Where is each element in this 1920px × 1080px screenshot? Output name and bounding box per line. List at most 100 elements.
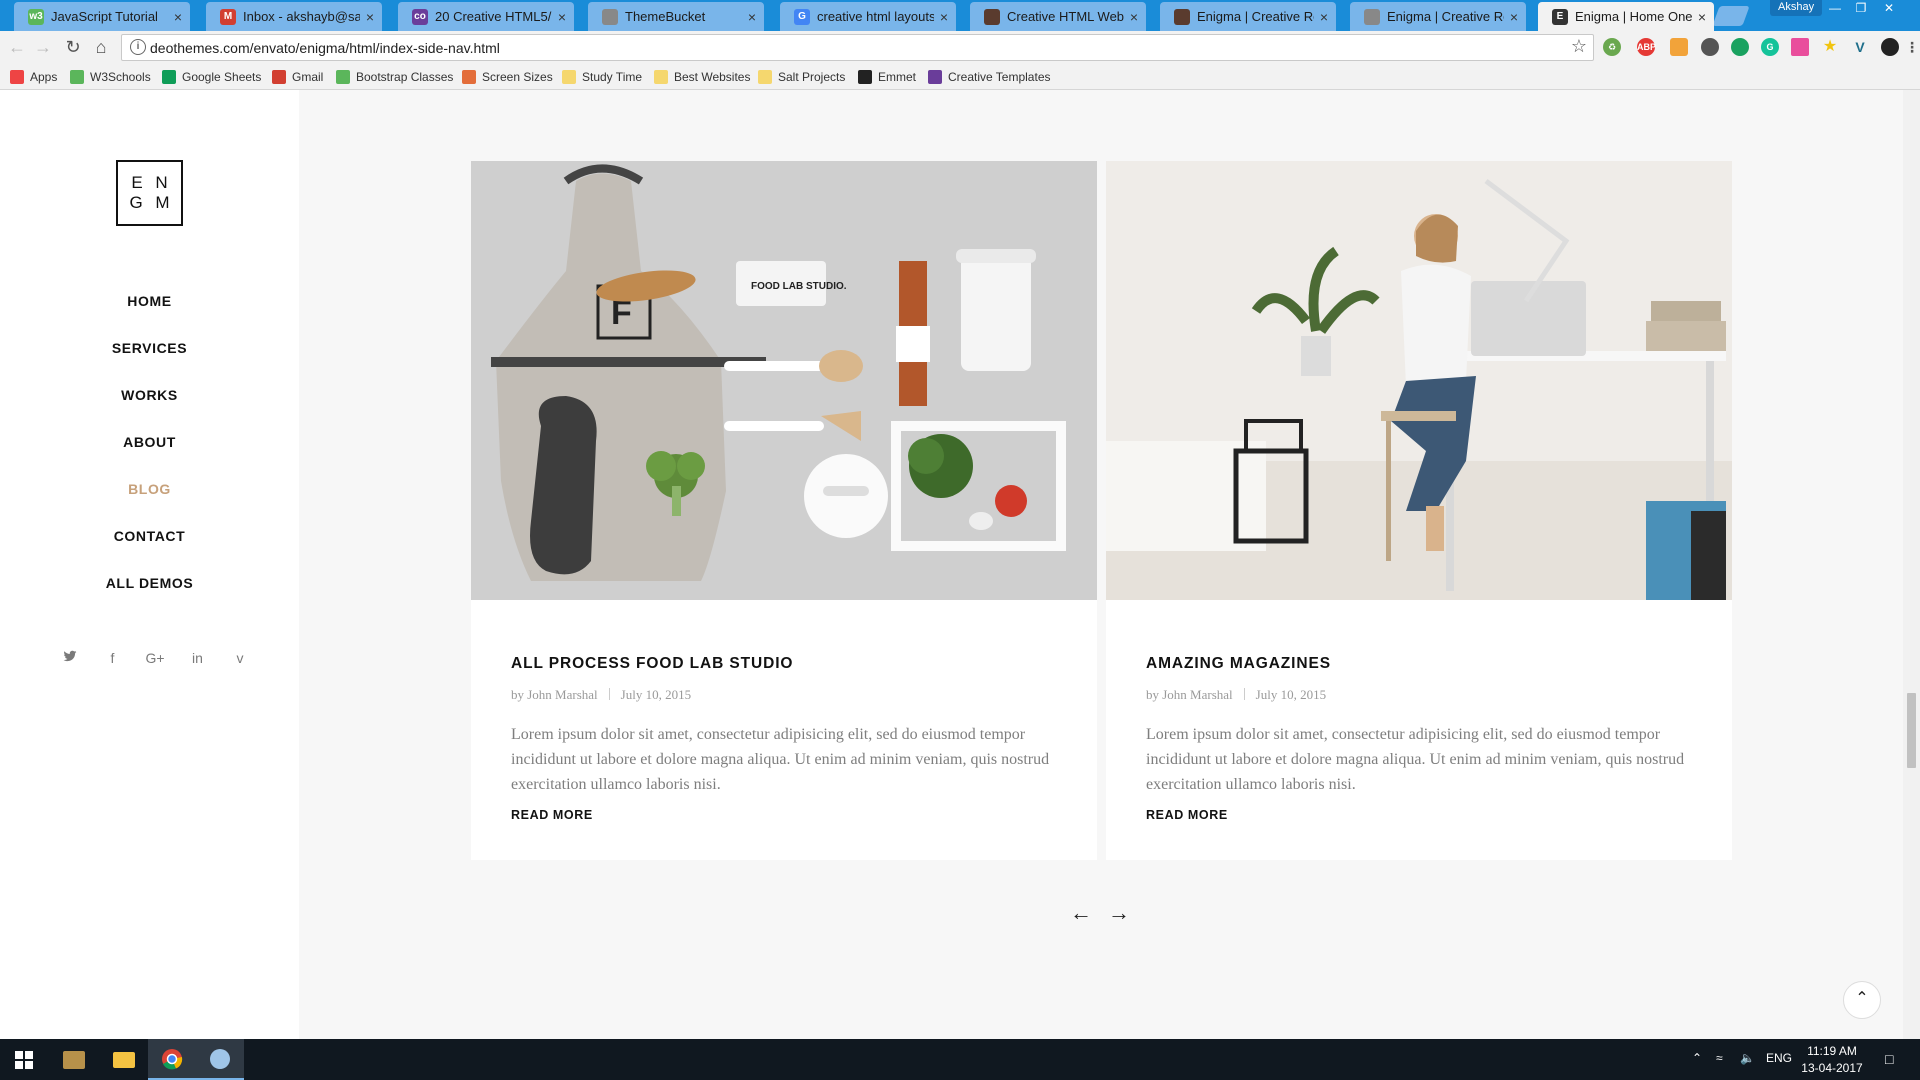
facebook-icon[interactable]: f: [103, 648, 123, 668]
new-tab-button[interactable]: [1712, 6, 1750, 26]
food-lab-studio-image[interactable]: F FOOD LAB STUDIO.: [471, 161, 1097, 600]
menu-icon[interactable]: ⋮: [1903, 38, 1920, 56]
bookmark-item[interactable]: Gmail: [272, 68, 323, 86]
bookmark-item[interactable]: Study Time: [562, 68, 642, 86]
blog-content: F FOOD LAB STUDIO. ALL PROCESS FOOD LAB …: [299, 90, 1903, 1039]
wifi-icon[interactable]: ≈: [1716, 1051, 1723, 1065]
tab-close-icon[interactable]: ×: [1320, 9, 1328, 25]
bookmark-item[interactable]: Apps: [10, 68, 57, 86]
tab-close-icon[interactable]: ×: [940, 9, 948, 25]
forward-icon[interactable]: →: [30, 36, 56, 60]
bookmark-item[interactable]: Salt Projects: [758, 68, 845, 86]
arrow-right-icon[interactable]: →: [1108, 900, 1130, 925]
star-extension-icon[interactable]: ★: [1821, 38, 1839, 56]
reload-icon[interactable]: ↻: [60, 36, 86, 60]
tab-close-icon[interactable]: ×: [366, 9, 374, 25]
tab-close-icon[interactable]: ×: [174, 9, 182, 25]
restore-icon[interactable]: ❐: [1848, 0, 1874, 18]
browser-tab[interactable]: Enigma | Creative Respo ×: [1350, 2, 1526, 31]
twitter-icon[interactable]: [60, 648, 80, 668]
adblock-icon[interactable]: ABP: [1637, 38, 1656, 56]
arrow-left-icon[interactable]: ←: [1070, 900, 1092, 925]
vimeo-icon[interactable]: v: [230, 648, 250, 668]
google-plus-icon[interactable]: G+: [145, 648, 165, 668]
tab-close-icon[interactable]: ×: [1698, 9, 1706, 25]
bookmark-item[interactable]: Best Websites: [654, 68, 750, 86]
browser-tab[interactable]: E Enigma | Home Onepag ×: [1538, 2, 1714, 31]
post-title[interactable]: AMAZING MAGAZINES: [1146, 655, 1706, 673]
tab-title: Creative HTML Website: [1007, 9, 1124, 24]
bookmark-item[interactable]: Bootstrap Classes: [336, 68, 453, 86]
bookmark-item[interactable]: Screen Sizes: [462, 68, 553, 86]
extension-icon[interactable]: ♻: [1603, 38, 1621, 56]
language-indicator[interactable]: ENG: [1766, 1051, 1792, 1065]
bookmark-item[interactable]: Creative Templates: [928, 68, 1051, 86]
read-more-link[interactable]: READ MORE: [1146, 808, 1228, 822]
bookmark-star-icon[interactable]: ☆: [1571, 36, 1587, 57]
home-icon[interactable]: ⌂: [88, 36, 114, 60]
address-bar[interactable]: i deothemes.com/envato/enigma/html/index…: [121, 34, 1594, 61]
extension-icon[interactable]: [1701, 38, 1719, 56]
back-to-top-button[interactable]: ⌃: [1843, 981, 1881, 1019]
extension-icon[interactable]: V: [1851, 38, 1869, 56]
scrollbar-thumb[interactable]: [1907, 693, 1916, 768]
profile-button[interactable]: Akshay: [1770, 0, 1823, 16]
bookmark-item[interactable]: Emmet: [858, 68, 916, 86]
extension-icon[interactable]: [1670, 38, 1688, 56]
browser-tab[interactable]: Gcreative html layouts - G ×: [780, 2, 956, 31]
grammarly-icon[interactable]: G: [1761, 38, 1779, 56]
browser-tab[interactable]: ThemeBucket ×: [588, 2, 764, 31]
favicon-icon: w3: [28, 8, 44, 25]
menu-item-works[interactable]: WORKS: [0, 372, 299, 419]
windows-start-icon[interactable]: [0, 1039, 48, 1080]
app-icon[interactable]: [50, 1039, 98, 1080]
post-author[interactable]: by John Marshal: [1146, 687, 1233, 702]
menu-item-home[interactable]: HOME: [0, 278, 299, 325]
bookmark-item[interactable]: W3Schools: [70, 68, 151, 86]
menu-item-blog[interactable]: BLOG: [0, 466, 299, 513]
menu-item-contact[interactable]: CONTACT: [0, 513, 299, 560]
menu-item-about[interactable]: ABOUT: [0, 419, 299, 466]
extension-icon[interactable]: [1731, 38, 1749, 56]
chevron-up-icon[interactable]: ⌃: [1692, 1051, 1702, 1065]
menu-item-services[interactable]: SERVICES: [0, 325, 299, 372]
extension-icon[interactable]: [1791, 38, 1809, 56]
menu-item-all-demos[interactable]: ALL DEMOS: [0, 560, 299, 607]
browser-tab[interactable]: Enigma | Creative Respo ×: [1160, 2, 1336, 31]
tab-close-icon[interactable]: ×: [1130, 9, 1138, 25]
browser-tab-strip: w3 JavaScript Tutorial × M Inbox - akshayb@s…: [0, 0, 1920, 31]
post-body: ALL PROCESS FOOD LAB STUDIO by John Mars…: [511, 655, 1071, 824]
post-author[interactable]: by John Marshal: [511, 687, 598, 702]
linkedin-icon[interactable]: in: [188, 648, 208, 668]
bookmark-label: Apps: [30, 70, 58, 84]
extension-icon[interactable]: [1881, 38, 1899, 56]
file-explorer-icon[interactable]: [100, 1039, 148, 1080]
bookmark-icon: [272, 70, 286, 84]
tab-close-icon[interactable]: ×: [748, 9, 756, 25]
enigma-logo[interactable]: E N G M: [116, 160, 183, 226]
browser-tab[interactable]: M Inbox - akshayb@saltte ×: [206, 2, 382, 31]
tab-title: creative html layouts - G: [817, 9, 934, 24]
info-icon[interactable]: i: [130, 39, 146, 55]
browser-tab[interactable]: w3 JavaScript Tutorial ×: [14, 2, 190, 31]
tab-close-icon[interactable]: ×: [1510, 9, 1518, 25]
browser-tab[interactable]: Creative HTML Website ×: [970, 2, 1146, 31]
bookmark-item[interactable]: Google Sheets: [162, 68, 261, 86]
volume-icon[interactable]: 🔈: [1740, 1051, 1755, 1065]
tab-close-icon[interactable]: ×: [558, 9, 566, 25]
bookmark-icon: [162, 70, 176, 84]
post-title[interactable]: ALL PROCESS FOOD LAB STUDIO: [511, 655, 1071, 673]
address-url[interactable]: deothemes.com/envato/enigma/html/index-s…: [150, 40, 500, 56]
paint-icon[interactable]: [196, 1039, 244, 1080]
page-scrollbar[interactable]: [1903, 90, 1920, 1039]
back-icon[interactable]: ←: [4, 36, 30, 60]
window-close-icon[interactable]: ✕: [1876, 0, 1902, 18]
read-more-link[interactable]: READ MORE: [511, 808, 593, 822]
minimize-icon[interactable]: —: [1822, 0, 1848, 18]
bookmarks-bar: Apps W3Schools Google Sheets Gmail Bootstrap…: [0, 64, 1920, 90]
woman-at-desk-image[interactable]: [1106, 161, 1732, 600]
browser-tab[interactable]: co 20 Creative HTML5/CSS ×: [398, 2, 574, 31]
taskbar-clock[interactable]: 11:19 AM 13-04-2017: [1800, 1043, 1864, 1077]
chrome-icon[interactable]: [148, 1039, 196, 1080]
notification-icon[interactable]: □: [1885, 1051, 1893, 1067]
